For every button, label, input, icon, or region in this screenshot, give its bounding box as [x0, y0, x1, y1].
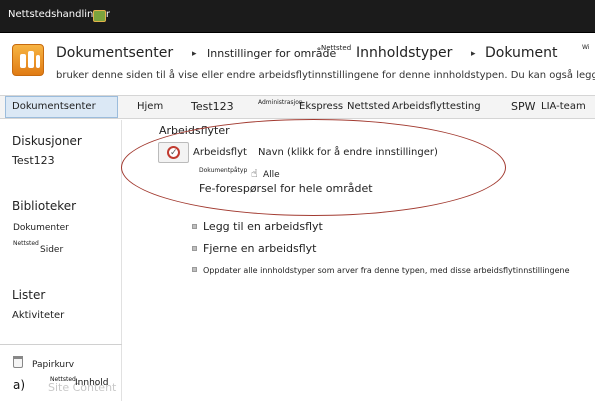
bullet-icon	[192, 224, 197, 229]
highlight-ellipse	[121, 119, 506, 216]
top-nav-ekspress[interactable]: Ekspress	[299, 101, 343, 112]
ql-biblioteker[interactable]: Biblioteker	[12, 199, 76, 213]
breadcrumb-tiny-right: Wi	[582, 44, 590, 51]
bullet-icon	[192, 267, 197, 272]
ql-test123[interactable]: Test123	[12, 154, 55, 167]
update-content-types-link[interactable]: Oppdater alle innholdstyper som arver fr…	[203, 266, 570, 275]
ql-lister[interactable]: Lister	[12, 288, 45, 302]
ql-sider[interactable]: Sider	[40, 245, 63, 255]
remove-workflow-link[interactable]: Fjerne en arbeidsflyt	[203, 242, 317, 255]
ql-diskusjoner[interactable]: Diskusjoner	[12, 134, 82, 148]
ql-divider	[0, 344, 122, 345]
top-nav-spw[interactable]: SPW	[511, 100, 536, 113]
page-description: bruker denne siden til å vise eller endr…	[56, 70, 595, 81]
top-nav-test123[interactable]: Test123	[191, 100, 234, 113]
site-logo-icon[interactable]	[12, 44, 44, 76]
ql-nettsted-tiny: Nettsted	[13, 240, 39, 247]
top-nav-dokumentsenter[interactable]: Dokumentsenter	[12, 101, 96, 112]
breadcrumb-dokumentsenter[interactable]: Dokumentsenter	[56, 45, 173, 61]
breadcrumb-tiny-label: Nettsted	[321, 44, 352, 52]
ql-papirkurv[interactable]: Papirkurv	[32, 360, 74, 370]
top-nav-nettsted[interactable]: Nettsted	[347, 101, 390, 112]
top-nav-administrasjon[interactable]: Administrasjon	[258, 99, 303, 106]
breadcrumb-innstillinger[interactable]: Innstillinger for område	[207, 47, 336, 60]
breadcrumb-separator-icon: ▸	[192, 49, 197, 59]
title-area	[0, 33, 595, 95]
top-nav-lia-team[interactable]: LIA-team	[541, 101, 586, 112]
add-workflow-link[interactable]: Legg til en arbeidsflyt	[203, 220, 323, 233]
top-nav-arbeidsflyttesting[interactable]: Arbeidsflyttesting	[392, 101, 481, 112]
bullet-icon	[192, 246, 197, 251]
ql-nettsted-tiny-bottom: Nettsted	[50, 376, 76, 383]
top-nav-hjem[interactable]: Hjem	[137, 101, 163, 112]
breadcrumb-innholdstyper[interactable]: Innholdstyper	[356, 45, 452, 61]
recycle-bin-icon[interactable]	[13, 356, 23, 368]
ql-dokumenter[interactable]: Dokumenter	[13, 223, 69, 233]
ql-aktiviteter[interactable]: Aktiviteter	[12, 310, 64, 321]
annotation-label-a: a)	[13, 378, 26, 392]
ql-innhold[interactable]: Innhold	[75, 378, 109, 388]
breadcrumb-dokument: Dokument	[485, 45, 558, 61]
site-actions-icon[interactable]	[93, 10, 106, 22]
breadcrumb-separator-icon: ▸	[471, 49, 476, 59]
